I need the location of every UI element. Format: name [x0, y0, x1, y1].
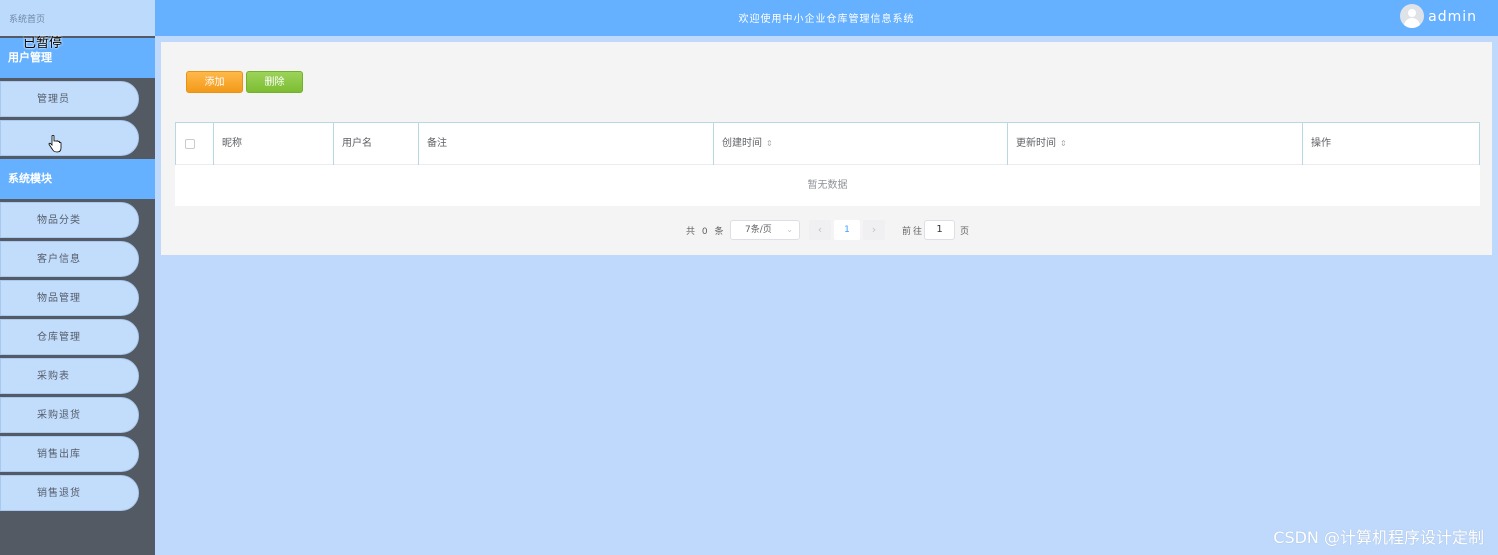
content-panel: 添加 删除 昵称 用户名 备注 创建时间 ⇕ 更新时间 ⇕ 操作 暂无数据 共 0 …: [161, 42, 1492, 255]
sidebar-item-warehouse-management[interactable]: 仓库管理: [0, 319, 139, 355]
sidebar-item-purchase-return[interactable]: 采购退货: [0, 397, 139, 433]
page-title: 欢迎使用中小企业仓库管理信息系统: [738, 14, 915, 25]
page-unit-label: 页: [960, 227, 970, 237]
chevron-down-icon: ⌄: [786, 225, 793, 234]
sidebar-item-sales-outbound[interactable]: 销售出库: [0, 436, 139, 472]
sort-icon[interactable]: ⇕: [1060, 139, 1067, 148]
goto-label: 前往: [902, 227, 925, 237]
data-table: 昵称 用户名 备注 创建时间 ⇕ 更新时间 ⇕ 操作 暂无数据: [175, 122, 1480, 206]
sidebar-item-user[interactable]: [0, 120, 139, 156]
delete-button[interactable]: 删除: [246, 71, 303, 93]
page-size-select[interactable]: 7条/页 ⌄: [730, 220, 800, 240]
column-nickname: 昵称: [213, 123, 333, 165]
column-updated-time[interactable]: 更新时间 ⇕: [1007, 123, 1302, 165]
column-username: 用户名: [333, 123, 418, 165]
select-all-checkbox[interactable]: [185, 139, 195, 149]
pagination: 共 0 条 7条/页 ⌄ ‹ 1 › 前往 1 页: [161, 219, 1492, 241]
sidebar-home-link[interactable]: 系统首页: [0, 0, 155, 36]
avatar-icon[interactable]: [1400, 4, 1424, 28]
empty-state: 暂无数据: [175, 165, 1480, 206]
top-bar: 欢迎使用中小企业仓库管理信息系统 admin: [155, 0, 1498, 36]
sidebar-group-system-module[interactable]: 系统模块: [0, 159, 155, 199]
sort-icon[interactable]: ⇕: [766, 139, 773, 148]
sidebar-item-item-management[interactable]: 物品管理: [0, 280, 139, 316]
add-button[interactable]: 添加: [186, 71, 243, 93]
paused-overlay-label: 已暂停: [23, 36, 63, 51]
table-header: 昵称 用户名 备注 创建时间 ⇕ 更新时间 ⇕ 操作: [175, 122, 1480, 165]
sidebar: 系统首页 用户管理 管理员 系统模块 物品分类 客户信息 物品管理 仓库管理 采…: [0, 0, 155, 555]
hand-cursor-icon: [48, 135, 62, 153]
column-created-time[interactable]: 创建时间 ⇕: [713, 123, 1007, 165]
page-number-1[interactable]: 1: [834, 220, 860, 240]
sidebar-item-admin[interactable]: 管理员: [0, 81, 139, 117]
pagination-total: 共 0 条: [686, 227, 726, 237]
goto-page-input[interactable]: 1: [924, 220, 955, 240]
username-label[interactable]: admin: [1428, 9, 1477, 25]
sidebar-item-sales-return[interactable]: 销售退货: [0, 475, 139, 511]
sidebar-item-item-category[interactable]: 物品分类: [0, 202, 139, 238]
prev-page-button[interactable]: ‹: [809, 220, 831, 240]
column-actions: 操作: [1302, 123, 1480, 165]
sidebar-item-customer-info[interactable]: 客户信息: [0, 241, 139, 277]
watermark: CSDN @计算机程序设计定制: [1273, 528, 1484, 547]
select-all-cell: [175, 123, 213, 165]
sidebar-item-purchase[interactable]: 采购表: [0, 358, 139, 394]
next-page-button[interactable]: ›: [863, 220, 885, 240]
column-remark: 备注: [418, 123, 713, 165]
